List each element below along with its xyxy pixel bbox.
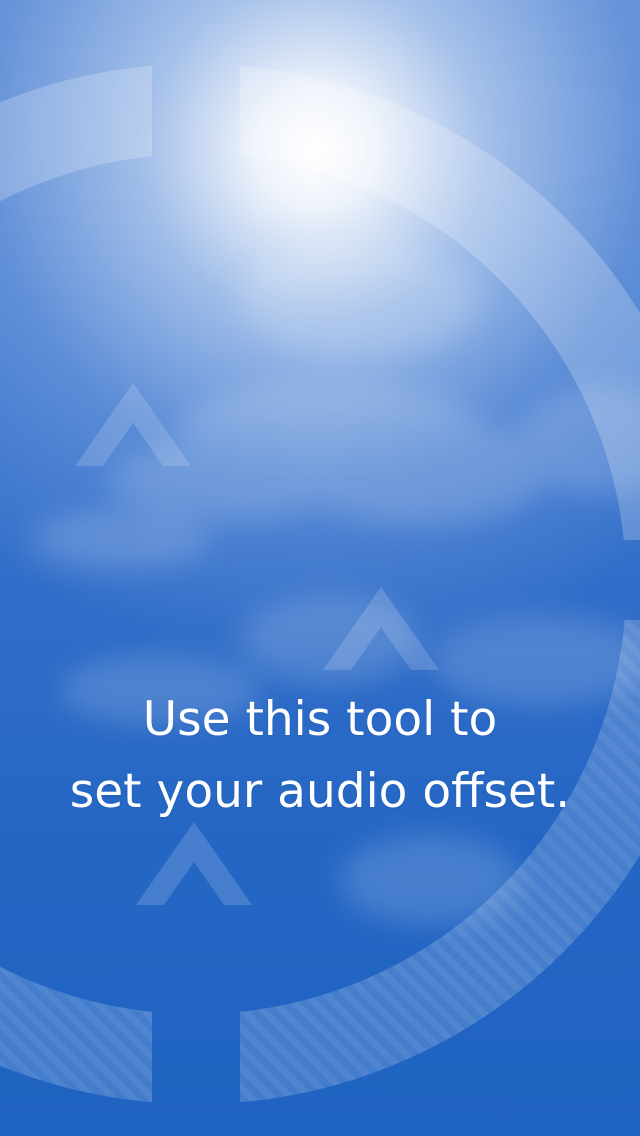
up-arrow-icon — [323, 587, 439, 670]
timing-overlay-graphic — [0, 65, 640, 1103]
tutorial-message: Use this tool to set your audio offset. — [0, 684, 640, 828]
tutorial-screen[interactable]: Use this tool to set your audio offset. — [0, 0, 640, 1136]
up-arrow-icon — [136, 822, 252, 905]
message-line-2: set your audio offset. — [69, 764, 571, 819]
up-arrow-icon — [75, 383, 191, 466]
message-line-1: Use this tool to — [142, 692, 498, 747]
